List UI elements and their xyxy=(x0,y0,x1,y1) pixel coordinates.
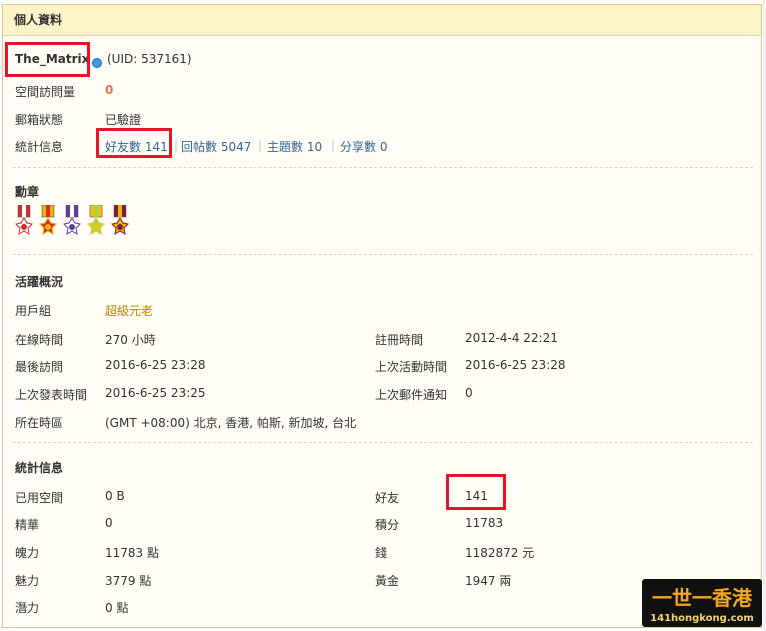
points-value: 11783 xyxy=(465,516,504,530)
money-value: 1182872 元 xyxy=(465,546,535,560)
panel-header: 個人資料 xyxy=(3,5,761,36)
courage-label: 魄力 xyxy=(15,546,40,560)
site-watermark-logo: 一世一香港 141hongkong.com xyxy=(642,579,762,627)
last-visit-value: 2016-6-25 23:28 xyxy=(105,358,206,372)
email-status-value: 已驗證 xyxy=(105,113,142,127)
used-space-label: 已用空間 xyxy=(15,491,64,505)
register-time-value: 2012-4-4 22:21 xyxy=(465,331,558,345)
online-time-value: 270 小時 xyxy=(105,333,156,347)
medal-icon-5[interactable] xyxy=(110,204,130,237)
space-visits-label: 空間訪問量 xyxy=(15,85,76,99)
divider xyxy=(13,442,753,443)
divider xyxy=(13,167,753,168)
medal-icon-2[interactable] xyxy=(38,204,58,237)
used-space-value: 0 B xyxy=(105,489,125,503)
usergroup-label: 用戶組 xyxy=(15,304,52,318)
gold-label: 黃金 xyxy=(375,574,400,588)
medal-icon-1[interactable] xyxy=(14,204,34,237)
register-time-label: 註冊時間 xyxy=(375,333,424,347)
uid-text: (UID: 537161) xyxy=(107,52,192,66)
gold-value: 1947 兩 xyxy=(465,574,512,588)
watermark-line1: 一世一香港 xyxy=(652,586,753,610)
last-email-value: 0 xyxy=(465,386,473,400)
points-label: 積分 xyxy=(375,518,400,532)
profile-panel: 個人資料 The_Matrix (UID: 537161) 空間訪問量 0 郵箱… xyxy=(2,4,762,628)
highlight-box-username xyxy=(5,42,90,77)
money-label: 錢 xyxy=(375,546,388,560)
timezone-value: (GMT +08:00) 北京, 香港, 帕斯, 新加坡, 台北 xyxy=(105,416,357,430)
last-post-value: 2016-6-25 23:25 xyxy=(105,386,206,400)
courage-value: 11783 點 xyxy=(105,546,159,560)
digest-label: 精華 xyxy=(15,518,40,532)
friends-label: 好友 xyxy=(375,491,400,505)
charm-value: 3779 點 xyxy=(105,574,152,588)
separator: | xyxy=(258,138,263,152)
divider xyxy=(13,254,753,255)
stats-label: 統計信息 xyxy=(15,140,64,154)
email-status-label: 郵箱狀態 xyxy=(15,113,64,127)
potential-label: 潛力 xyxy=(15,601,40,615)
separator: | xyxy=(174,138,179,152)
highlight-box-friends-link xyxy=(96,128,172,158)
usergroup-value[interactable]: 超級元老 xyxy=(105,302,153,319)
last-activity-label: 上次活動時間 xyxy=(375,360,448,374)
highlight-box-friends-value xyxy=(446,474,506,510)
watermark-line2: 141hongkong.com xyxy=(650,613,754,624)
potential-value: 0 點 xyxy=(105,601,129,615)
posts-count-link[interactable]: 回帖數 5047 xyxy=(181,138,251,155)
space-visits-value: 0 xyxy=(105,83,114,97)
threads-count-link[interactable]: 主題數 10 xyxy=(267,138,322,155)
medal-icon-4[interactable] xyxy=(86,204,106,237)
online-time-label: 在線時間 xyxy=(15,333,64,347)
last-post-label: 上次發表時間 xyxy=(15,388,88,402)
online-status-icon xyxy=(90,55,102,69)
charm-label: 魅力 xyxy=(15,574,40,588)
statistics-title: 統計信息 xyxy=(15,461,64,475)
shares-count-link[interactable]: 分享數 0 xyxy=(340,138,387,155)
panel-title: 個人資料 xyxy=(14,13,63,27)
digest-value: 0 xyxy=(105,516,113,530)
medal-icon-3[interactable] xyxy=(62,204,82,237)
last-email-label: 上次郵件通知 xyxy=(375,388,448,402)
timezone-label: 所在時區 xyxy=(15,416,64,430)
last-activity-value: 2016-6-25 23:28 xyxy=(465,358,566,372)
separator: | xyxy=(331,138,336,152)
medals-title: 勳章 xyxy=(15,185,40,199)
last-visit-label: 最後訪問 xyxy=(15,360,64,374)
activity-title: 活躍概況 xyxy=(15,275,64,289)
